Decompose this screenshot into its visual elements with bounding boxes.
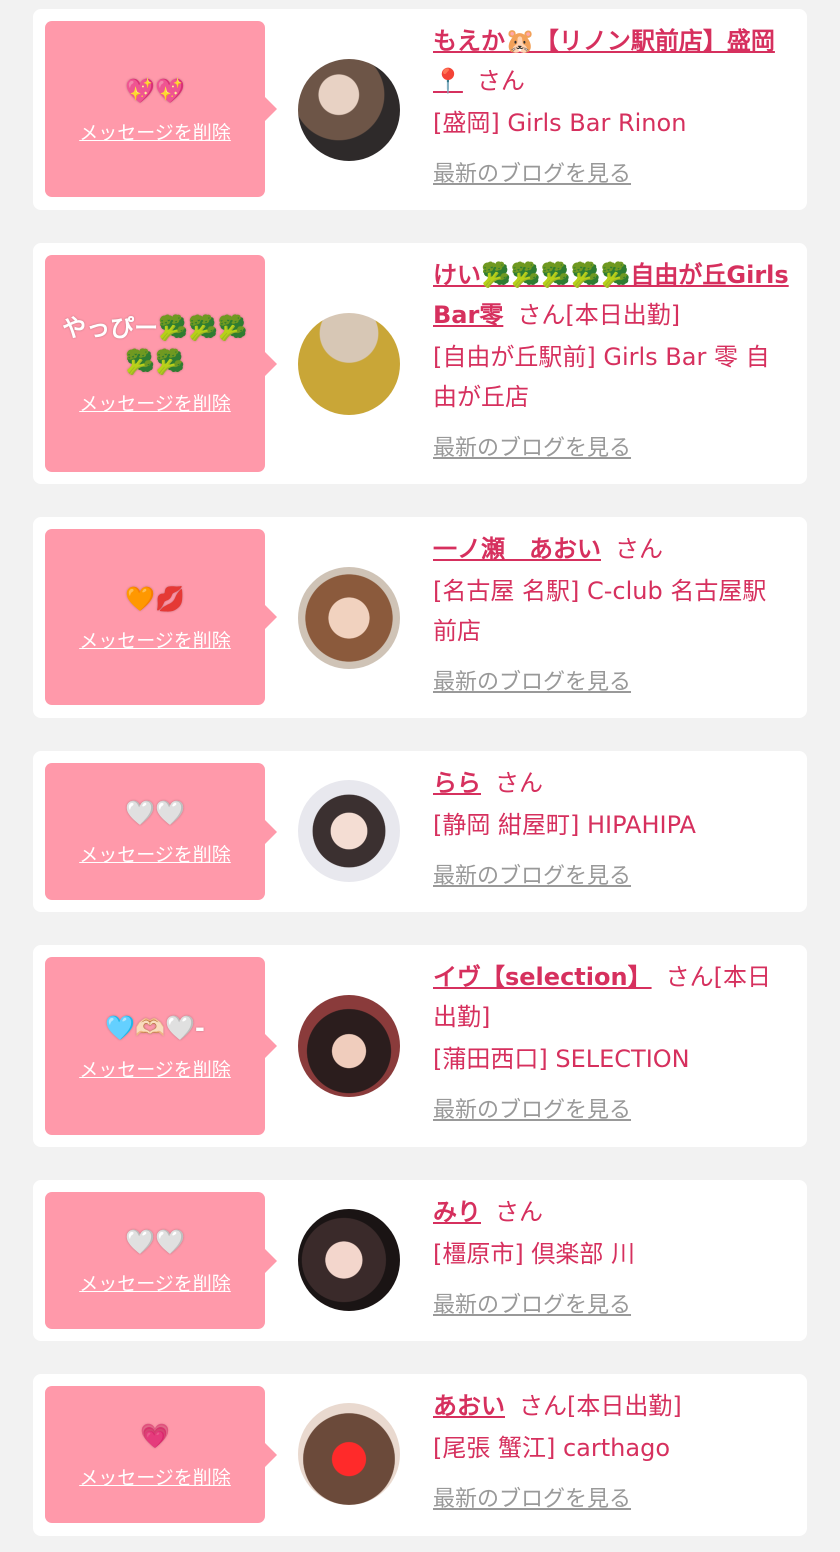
message-list: 💖💖 メッセージを削除 もえか🐹【リノン駅前店】盛岡📍 さん [盛岡] Girls… [0, 0, 840, 1552]
san-label: さん [615, 535, 663, 563]
san-label: さん [665, 963, 714, 991]
message-text: 🤍🤍 [125, 799, 185, 827]
shop-name: [自由が丘駅前] Girls Bar 零 自由が丘店 [433, 343, 770, 411]
cast-name-link[interactable]: イヴ【selection】 [433, 963, 652, 991]
view-blog-link[interactable]: 最新のブログを見る [433, 663, 631, 703]
view-blog-link[interactable]: 最新のブログを見る [433, 857, 631, 897]
cast-info: みり さん [橿原市] 倶楽部 川 最新のブログを見る [433, 1192, 789, 1326]
status-label: [本日出勤] [567, 1392, 682, 1420]
cast-info: イヴ【selection】 さん[本日出勤] [蒲田西口] SELECTION 最… [433, 957, 789, 1131]
message-bubble: 🤍🤍 メッセージを削除 [45, 763, 277, 900]
avatar[interactable] [298, 59, 400, 161]
message-text: 💗 [140, 1422, 170, 1450]
message-card: 💗 メッセージを削除 あおい さん[本日出勤] [尾張 蟹江] carthago … [33, 1374, 807, 1536]
avatar[interactable] [298, 995, 400, 1097]
message-text: やっぴー🥦🥦🥦🥦🥦 [62, 314, 248, 376]
san-label: さん [476, 67, 525, 95]
view-blog-link[interactable]: 最新のブログを見る [433, 1480, 631, 1520]
message-bubble: 💗 メッセージを削除 [45, 1386, 277, 1523]
cast-info: けい🥦🥦🥦🥦🥦自由が丘Girls Bar零 さん[本日出勤] [自由が丘駅前] G… [433, 255, 789, 469]
status-label: [本日出勤] [565, 301, 681, 329]
message-bubble: 🧡💋 メッセージを削除 [45, 529, 277, 705]
shop-name: [蒲田西口] SELECTION [433, 1045, 690, 1073]
san-label: さん [519, 1392, 567, 1420]
san-label: さん [517, 301, 566, 329]
shop-name: [盛岡] Girls Bar Rinon [433, 109, 687, 137]
san-label: さん [495, 1198, 543, 1226]
avatar[interactable] [298, 313, 400, 415]
message-bubble: 🩵🫶🏻🤍- メッセージを削除 [45, 957, 277, 1135]
cast-name-link[interactable]: あおい [433, 1392, 505, 1420]
message-bubble: 🤍🤍 メッセージを削除 [45, 1192, 277, 1329]
cast-name-link[interactable]: らら [433, 769, 481, 797]
shop-name: [静岡 紺屋町] HIPAHIPA [433, 811, 696, 839]
delete-message-link[interactable]: メッセージを削除 [79, 389, 231, 416]
message-card: やっぴー🥦🥦🥦🥦🥦 メッセージを削除 けい🥦🥦🥦🥦🥦自由が丘Girls Bar零… [33, 243, 807, 484]
delete-message-link[interactable]: メッセージを削除 [79, 840, 231, 867]
san-label: さん [495, 769, 543, 797]
view-blog-link[interactable]: 最新のブログを見る [433, 1091, 631, 1131]
message-card: 🧡💋 メッセージを削除 一ノ瀬 あおい さん [名古屋 名駅] C-club 名古… [33, 517, 807, 718]
message-card: 🤍🤍 メッセージを削除 みり さん [橿原市] 倶楽部 川 最新のブログを見る [33, 1180, 807, 1341]
message-card: 💖💖 メッセージを削除 もえか🐹【リノン駅前店】盛岡📍 さん [盛岡] Girls… [33, 9, 807, 210]
cast-info: 一ノ瀬 あおい さん [名古屋 名駅] C-club 名古屋駅前店 最新のブログを… [433, 529, 789, 703]
shop-name: [橿原市] 倶楽部 川 [433, 1240, 635, 1268]
message-text: 🤍🤍 [125, 1228, 185, 1256]
avatar[interactable] [298, 567, 400, 669]
message-card: 🤍🤍 メッセージを削除 らら さん [静岡 紺屋町] HIPAHIPA 最新のブロ… [33, 751, 807, 912]
cast-name-link[interactable]: みり [433, 1198, 481, 1226]
cast-info: あおい さん[本日出勤] [尾張 蟹江] carthago 最新のブログを見る [433, 1386, 789, 1520]
avatar[interactable] [298, 1209, 400, 1311]
delete-message-link[interactable]: メッセージを削除 [79, 1269, 231, 1296]
message-bubble: やっぴー🥦🥦🥦🥦🥦 メッセージを削除 [45, 255, 277, 472]
view-blog-link[interactable]: 最新のブログを見る [433, 155, 631, 195]
delete-message-link[interactable]: メッセージを削除 [79, 118, 231, 145]
delete-message-link[interactable]: メッセージを削除 [79, 626, 231, 653]
message-text: 🩵🫶🏻🤍- [105, 1013, 205, 1042]
view-blog-link[interactable]: 最新のブログを見る [433, 429, 631, 469]
cast-info: らら さん [静岡 紺屋町] HIPAHIPA 最新のブログを見る [433, 763, 789, 897]
message-bubble: 💖💖 メッセージを削除 [45, 21, 277, 197]
message-text: 💖💖 [125, 76, 185, 105]
delete-message-link[interactable]: メッセージを削除 [79, 1055, 231, 1082]
cast-name-link[interactable]: 一ノ瀬 あおい [433, 535, 601, 563]
shop-name: [尾張 蟹江] carthago [433, 1434, 670, 1462]
view-blog-link[interactable]: 最新のブログを見る [433, 1286, 631, 1326]
avatar[interactable] [298, 780, 400, 882]
avatar[interactable] [298, 1403, 400, 1505]
message-card: 🩵🫶🏻🤍- メッセージを削除 イヴ【selection】 さん[本日出勤] [蒲田… [33, 945, 807, 1147]
shop-name: [名古屋 名駅] C-club 名古屋駅前店 [433, 577, 767, 645]
message-text: 🧡💋 [125, 584, 185, 613]
delete-message-link[interactable]: メッセージを削除 [79, 1463, 231, 1490]
cast-info: もえか🐹【リノン駅前店】盛岡📍 さん [盛岡] Girls Bar Rinon 最… [433, 21, 789, 195]
